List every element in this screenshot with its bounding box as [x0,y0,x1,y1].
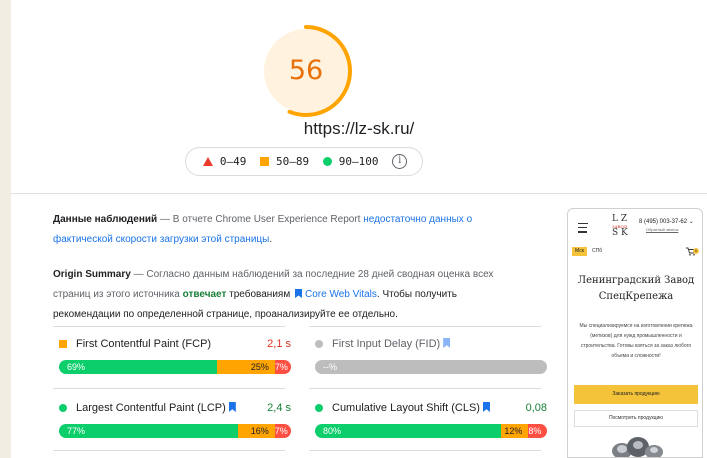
city-tab-spb: СПб [592,248,603,254]
metric-cls: Cumulative Layout Shift (CLS) 0,08 80% 1… [315,400,547,438]
distribution-bar: --% [315,360,547,374]
legend-poor: 0–49 [202,155,246,168]
site-header: L Z ЗАВОД S K 8 (495) 003-37-62 ⌄ Обратн… [568,209,702,247]
bar-average: 25% [217,360,275,374]
core-web-vitals-icon [443,338,451,348]
metric-divider [309,326,541,327]
metric-divider [309,388,541,389]
metric-fcp: First Contentful Paint (FCP) 2,1 s 69% 2… [59,336,291,374]
metric-lcp: Largest Contentful Paint (LCP) 2,4 s 77%… [59,400,291,438]
circle-icon [322,157,332,166]
average-square-icon [59,340,67,348]
report-panel: 56 https://lz-sk.ru/ 0–49 50–89 90–100 i… [11,0,707,458]
metric-name: Cumulative Layout Shift (CLS) [332,402,480,414]
origin-summary: Origin Summary — Согласно данным наблюде… [53,269,494,320]
performance-score: 56 [288,55,324,86]
metric-name: First Input Delay (FID) [332,338,441,350]
section-divider [11,193,707,194]
metric-divider [309,450,541,451]
hamburger-menu-icon [578,223,592,235]
bar-average: 16% [237,424,275,438]
good-circle-icon [59,404,67,412]
site-description: Мы специализируемся на изготовлении креп… [579,323,693,359]
performance-score-gauge: 56 [258,23,354,119]
site-logo: L Z ЗАВОД S K [612,214,628,238]
metric-value: 2,4 s [267,402,291,414]
bar-average: 12% [500,424,529,438]
core-web-vitals-icon [228,402,236,412]
legend-average: 50–89 [259,155,309,168]
bar-poor: 7% [274,360,291,374]
cart-count: 0 [693,248,699,254]
bar-good: 77% [59,424,238,438]
field-data-title: Данные наблюдений [53,214,158,225]
metric-value: 0,08 [525,402,547,414]
core-web-vitals-icon [482,402,490,412]
fasteners-image [612,437,663,457]
bar-good: 80% [315,424,501,438]
metric-value: 2,1 s [267,338,291,350]
cart-icon: 0 [686,247,700,257]
mobile-screenshot-preview: L Z ЗАВОД S K 8 (495) 003-37-62 ⌄ Обратн… [567,208,703,458]
site-title: Ленинградский Завод СпецКрепежа [577,275,695,302]
metric-divider [53,450,285,451]
no-data-circle-icon [315,340,323,348]
good-circle-icon [315,404,323,412]
metric-fid: First Input Delay (FID) --% [315,336,547,374]
view-products-button: Посмотреть продукцию [574,410,698,427]
bar-good: 69% [59,360,218,374]
origin-summary-title: Origin Summary [53,269,131,280]
metric-name: Largest Contentful Paint (LCP) [76,402,226,414]
distribution-bar: 77% 16% 7% [59,424,291,438]
legend-good: 90–100 [322,155,379,168]
score-legend: 0–49 50–89 90–100 i [185,147,423,176]
bar-poor: 8% [528,424,547,438]
page-url: https://lz-sk.ru/ [303,119,415,138]
metric-divider [53,326,285,327]
info-icon[interactable]: i [392,154,408,169]
distribution-bar: 80% 12% 8% [315,424,547,438]
field-data-notice: Данные наблюдений — В отчете Chrome User… [53,214,473,245]
site-phone: 8 (495) 003-37-62 ⌄ [639,219,694,225]
city-tab-msk: Мск [572,247,587,256]
callback-link: Обратный звонок [646,227,679,232]
triangle-icon [202,157,213,166]
core-web-vitals-icon [295,289,302,298]
origin-status: отвечает [182,289,227,300]
order-button: Заказать продукцию [574,385,698,404]
bar-no-data: --% [315,360,547,374]
metric-name: First Contentful Paint (FCP) [76,338,212,350]
square-icon [259,157,269,166]
metric-divider [53,388,285,389]
distribution-bar: 69% 25% 7% [59,360,291,374]
bar-poor: 7% [274,424,291,438]
core-web-vitals-link[interactable]: Core Web Vitals [305,289,377,300]
